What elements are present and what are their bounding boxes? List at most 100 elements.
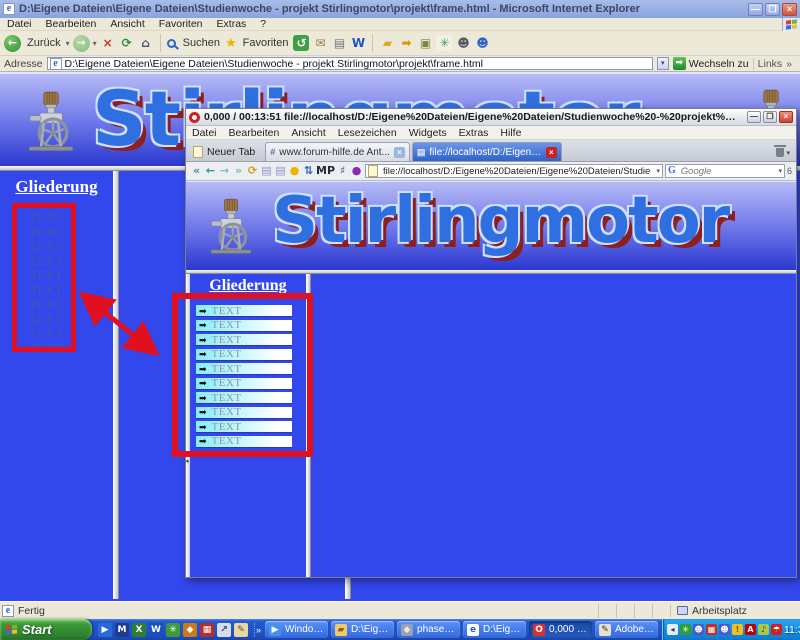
task-windows-media[interactable]: ▶ Windows Me... (265, 621, 328, 638)
restore-button[interactable]: ❐ (765, 3, 780, 16)
task-phase[interactable]: ◆ phase 5.3 (397, 621, 460, 638)
reload-icon[interactable]: ⟳ (246, 164, 259, 178)
tab-close-icon[interactable]: × (546, 147, 557, 158)
history-icon[interactable]: ↺ (293, 35, 309, 51)
messenger-icon[interactable]: ☻ (474, 35, 490, 51)
im2-icon[interactable]: ☻ (719, 624, 730, 635)
links-menu[interactable]: Links » (753, 58, 796, 70)
menu-item[interactable]: Datei (0, 18, 39, 30)
word-icon[interactable]: W (149, 623, 163, 637)
splitter-arrow-icon[interactable]: ◂ (186, 457, 189, 465)
forward-icon[interactable]: → (73, 35, 90, 52)
photoshop-icon[interactable]: ▦ (200, 623, 214, 637)
tab-file-localhost[interactable]: ▤ file://localhost/D:/Eigene... × (412, 142, 562, 161)
windows-media-player-icon[interactable]: ▶ (98, 623, 112, 637)
notes-icon[interactable]: ♯ (336, 164, 349, 178)
antivir-icon[interactable]: ☂ (771, 624, 782, 635)
pen-icon[interactable]: ✎ (234, 623, 248, 637)
ie-window-title: D:\Eigene Dateien\Eigene Dateien\Studien… (19, 3, 744, 15)
menu-item[interactable]: Ansicht (285, 127, 331, 139)
address-input[interactable] (65, 58, 650, 70)
start-button[interactable]: Start (0, 619, 92, 640)
show-desktop-icon[interactable]: ↗ (217, 623, 231, 637)
zoom-indicator[interactable]: 6 (787, 166, 792, 176)
mail-icon[interactable]: ✉ (312, 35, 328, 51)
forward-dropdown-icon[interactable]: ▾ (93, 39, 97, 48)
close-button[interactable]: × (779, 111, 793, 123)
new-tab-button[interactable]: Neuer Tab (189, 144, 263, 161)
chat-bubble-icon[interactable]: ☻ (455, 35, 471, 51)
flower-icon[interactable]: ✳ (436, 35, 452, 51)
minimize-button[interactable]: — (748, 3, 763, 16)
forward-arrow-icon[interactable]: ➡ (398, 35, 414, 51)
ie-title-bar[interactable]: e D:\Eigene Dateien\Eigene Dateien\Studi… (0, 0, 800, 18)
im-icon[interactable]: ☻ (693, 624, 704, 635)
task-explorer-folder[interactable]: ▰ D:\Eigene D... (331, 621, 394, 638)
menu-item[interactable]: Bearbeiten (223, 127, 286, 139)
stop-icon[interactable]: × (100, 35, 116, 51)
search-label[interactable]: Suchen (183, 37, 220, 49)
back-icon[interactable]: ← (4, 35, 21, 52)
maximize-button[interactable]: ❐ (763, 111, 777, 123)
app-box-icon[interactable]: ▣ (417, 35, 433, 51)
hide-icons-chevron[interactable]: ◂ (667, 624, 678, 635)
minimize-button[interactable]: — (747, 111, 761, 123)
opera-title-bar[interactable]: 0,000 / 00:13:51 file://localhost/D:/Eig… (186, 109, 796, 126)
page2-icon[interactable]: ▤ (274, 164, 287, 178)
favorites-star-icon[interactable]: ★ (225, 35, 237, 51)
menu-item[interactable]: Extras (453, 127, 495, 139)
links-chevron-icon[interactable]: » (786, 58, 792, 70)
close-button[interactable]: × (782, 3, 797, 16)
word-edit-icon[interactable]: W (350, 35, 366, 51)
favorites-label[interactable]: Favoriten (243, 37, 289, 49)
menu-item[interactable]: Bearbeiten (39, 18, 104, 30)
display-icon[interactable]: ▦ (706, 624, 717, 635)
opera-address-input[interactable] (381, 165, 653, 178)
back-label[interactable]: Zurück (27, 37, 61, 49)
back-icon[interactable]: ← (204, 164, 217, 178)
rewind-icon[interactable]: « (190, 164, 203, 178)
search-icon[interactable] (167, 39, 176, 48)
desktop: e D:\Eigene Dateien\Eigene Dateien\Studi… (0, 0, 800, 640)
wig-icon[interactable]: ● (350, 164, 363, 178)
task-opera[interactable]: O 0,000 / 00:1... (529, 621, 592, 638)
green-flower-icon[interactable]: ✳ (166, 623, 180, 637)
annotation-rectangle-opera-list (172, 293, 313, 457)
folder-icon[interactable]: ▰ (379, 35, 395, 51)
print-icon[interactable]: ▤ (331, 35, 347, 51)
search-dropdown-icon[interactable]: ▾ (778, 167, 782, 175)
google-search-input[interactable] (679, 165, 776, 178)
menu-item[interactable]: Hilfe (494, 127, 527, 139)
back-dropdown-icon[interactable]: ▾ (66, 39, 70, 48)
orange-app-icon[interactable]: ◆ (183, 623, 197, 637)
address-dropdown-icon[interactable]: ▾ (657, 57, 669, 70)
closed-tabs-trash-icon[interactable]: ▾ (773, 148, 793, 161)
menu-item[interactable]: ? (253, 18, 273, 30)
task-photoshop[interactable]: ✎ Adobe Photo... (595, 621, 658, 638)
yellow-oval-icon[interactable]: ● (288, 164, 301, 178)
audio-icon[interactable]: ♪ (758, 624, 769, 635)
security-shield-icon[interactable]: ! (732, 624, 743, 635)
clover-icon[interactable]: ✳ (680, 624, 691, 635)
m-app-icon[interactable]: M (115, 623, 129, 637)
page-icon[interactable]: ▤ (260, 164, 273, 178)
tab-close-icon[interactable]: × (394, 147, 405, 158)
menu-item[interactable]: Ansicht (103, 18, 151, 30)
task-ie[interactable]: e D:\Eigene D... (463, 621, 526, 638)
mp-icon[interactable]: MP (316, 164, 335, 178)
fast-forward-icon[interactable]: » (232, 164, 245, 178)
ati-icon[interactable]: A (745, 624, 756, 635)
excel-icon[interactable]: X (132, 623, 146, 637)
menu-item[interactable]: Datei (186, 127, 223, 139)
tab-forum-hilfe[interactable]: # www.forum-hilfe.de Ant... × (265, 142, 410, 161)
menu-item[interactable]: Extras (210, 18, 254, 30)
home-icon[interactable]: ⌂ (138, 35, 154, 51)
menu-item[interactable]: Lesezeichen (332, 127, 403, 139)
menu-item[interactable]: Widgets (403, 127, 453, 139)
address-dropdown-icon[interactable]: ▾ (656, 167, 660, 175)
forward-icon[interactable]: → (218, 164, 231, 178)
menu-item[interactable]: Favoriten (152, 18, 210, 30)
sync-icon[interactable]: ⇅ (302, 164, 315, 178)
refresh-icon[interactable]: ⟳ (119, 35, 135, 51)
go-button[interactable]: ➡ Wechseln zu (673, 57, 749, 70)
